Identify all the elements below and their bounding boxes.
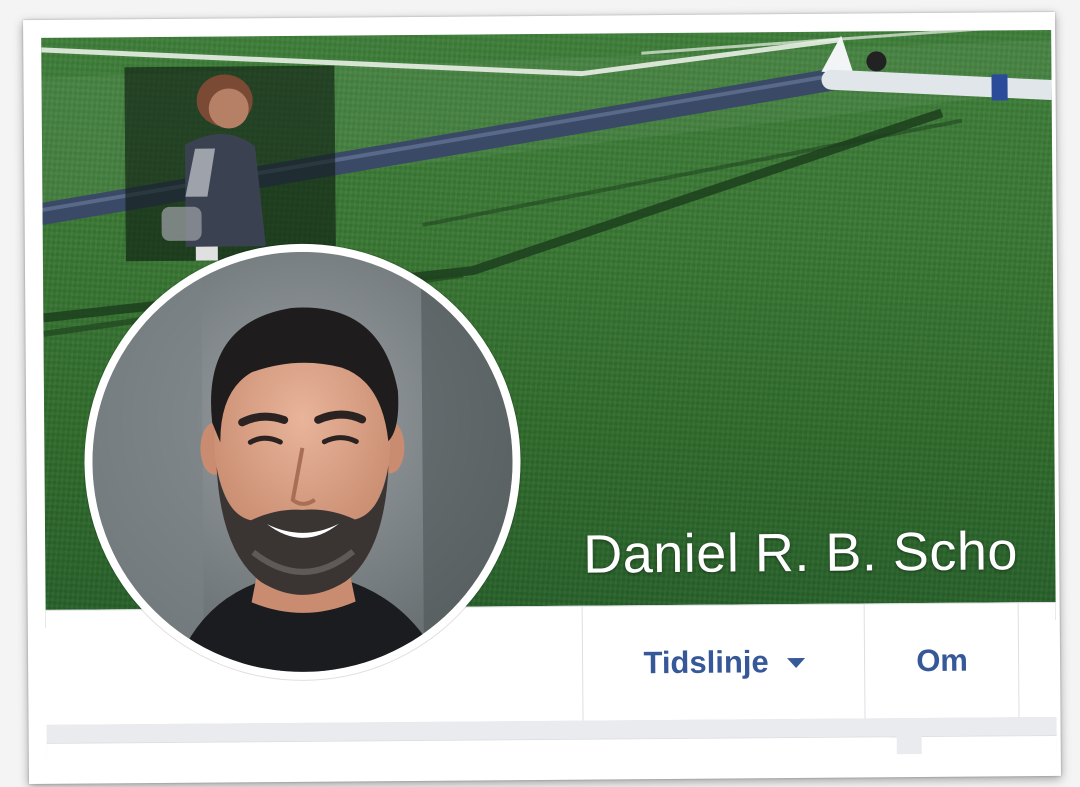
profile-header-card: Daniel R. B. Scho Tidslinje Om (23, 11, 1061, 785)
page-background-strip (46, 716, 1057, 774)
profile-name[interactable]: Daniel R. B. Scho (583, 520, 1018, 585)
caret-down-icon[interactable] (786, 657, 805, 669)
profile-picture[interactable] (82, 242, 523, 682)
child-photo-overlay (124, 65, 336, 262)
tab-timeline-label: Tidslinje (643, 644, 769, 681)
screenshot-page: Daniel R. B. Scho Tidslinje Om (0, 0, 1080, 787)
profile-portrait-graphic (90, 250, 515, 674)
tab-about-label: Om (916, 642, 969, 679)
content-panel (46, 736, 897, 774)
tab-about[interactable]: Om (863, 603, 1020, 719)
side-panel (921, 734, 1057, 768)
tab-timeline[interactable]: Tidslinje (581, 604, 866, 721)
tab-partial[interactable] (1017, 602, 1060, 718)
